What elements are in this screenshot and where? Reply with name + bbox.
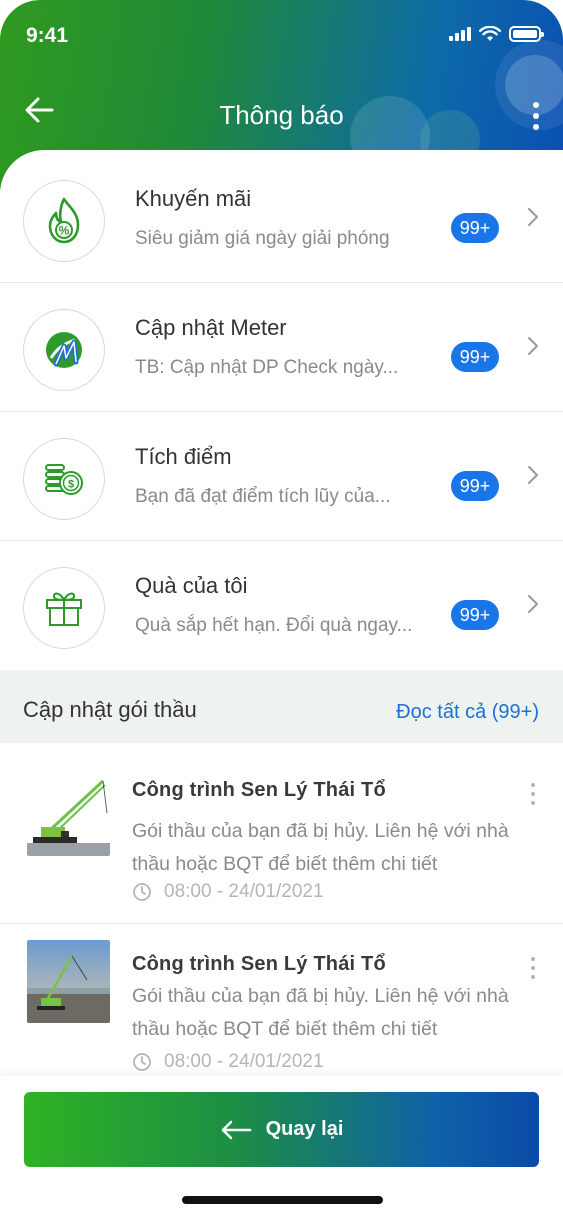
coins-icon: $ <box>23 438 105 520</box>
bid-list-item[interactable]: Công trình Sen Lý Thái Tổ Gói thầu của b… <box>0 749 563 924</box>
status-time: 9:41 <box>26 24 69 47</box>
chevron-right-icon <box>528 466 538 484</box>
back-button-label: Quay lại <box>265 1118 344 1140</box>
notification-subtitle: TB: Cập nhật DP Check ngày... <box>135 357 399 378</box>
battery-icon <box>509 26 544 42</box>
chevron-right-icon <box>528 595 538 613</box>
count-badge: 99+ <box>451 213 499 243</box>
bid-message: Gói thầu của bạn đã bị hủy. Liên hệ với … <box>132 985 509 1040</box>
back-button[interactable]: Quay lại <box>24 1092 539 1167</box>
notification-item-meter[interactable]: Cập nhật Meter TB: Cập nhật DP Check ngà… <box>0 283 563 412</box>
bid-time: 08:00 - 24/01/2021 <box>132 1051 324 1073</box>
bid-title: Công trình Sen Lý Thái Tổ <box>132 779 386 801</box>
more-options-button[interactable] <box>531 783 537 805</box>
page-title: Thông báo <box>219 100 344 130</box>
svg-text:$: $ <box>68 479 74 491</box>
bid-list-item[interactable]: Công trình Sen Lý Thái Tổ Gói thầu của b… <box>0 923 563 1098</box>
wifi-icon <box>479 26 501 41</box>
bid-time-text: 08:00 - 24/01/2021 <box>164 1051 324 1072</box>
section-title: Cập nhật gói thầu <box>23 697 197 722</box>
chevron-right-icon <box>528 208 538 226</box>
home-indicator <box>182 1196 383 1204</box>
chevron-right-icon <box>528 337 538 355</box>
read-all-link[interactable]: Đọc tất cả (99+) <box>396 701 539 724</box>
svg-text:%: % <box>59 224 70 238</box>
status-icons <box>449 26 544 42</box>
notification-subtitle: Bạn đã đạt điểm tích lũy của... <box>135 486 391 507</box>
bid-message: Gói thầu của bạn đã bị hủy. Liên hệ với … <box>132 820 509 875</box>
more-options-button[interactable] <box>527 98 545 134</box>
crane-thumbnail <box>27 773 110 856</box>
bid-section-header: Cập nhật gói thầu Đọc tất cả (99+) <box>0 670 563 743</box>
bid-time-text: 08:00 - 24/01/2021 <box>164 881 324 902</box>
count-badge: 99+ <box>451 342 499 372</box>
notification-subtitle: Siêu giảm giá ngày giải phóng <box>135 228 390 249</box>
bottom-bar: Quay lại <box>0 1076 563 1219</box>
bid-title: Công trình Sen Lý Thái Tổ <box>132 953 386 975</box>
notification-title: Khuyến mãi <box>135 186 252 211</box>
signal-icon <box>449 27 471 41</box>
notification-item-gifts[interactable]: Quà của tôi Quà sắp hết hạn. Đổi quà nga… <box>0 541 563 670</box>
more-options-button[interactable] <box>531 957 537 979</box>
clock-icon <box>133 1053 151 1071</box>
notification-title: Tích điểm <box>135 444 232 469</box>
gift-icon <box>23 567 105 649</box>
fire-percent-icon: % <box>23 180 105 262</box>
notification-item-promotion[interactable]: % Khuyến mãi Siêu giảm giá ngày giải phó… <box>0 154 563 283</box>
count-badge: 99+ <box>451 471 499 501</box>
crane-photo-thumbnail <box>27 940 110 1023</box>
count-badge: 99+ <box>451 600 499 630</box>
notification-subtitle: Quà sắp hết hạn. Đổi quà ngay... <box>135 615 413 636</box>
notification-item-points[interactable]: $ Tích điểm Bạn đã đạt điểm tích lũy của… <box>0 412 563 541</box>
arrow-left-icon <box>221 1120 251 1139</box>
bid-time: 08:00 - 24/01/2021 <box>132 881 324 903</box>
notification-title: Quà của tôi <box>135 573 248 598</box>
meter-logo-icon <box>23 309 105 391</box>
notification-title: Cập nhật Meter <box>135 315 287 340</box>
clock-icon <box>133 883 151 901</box>
